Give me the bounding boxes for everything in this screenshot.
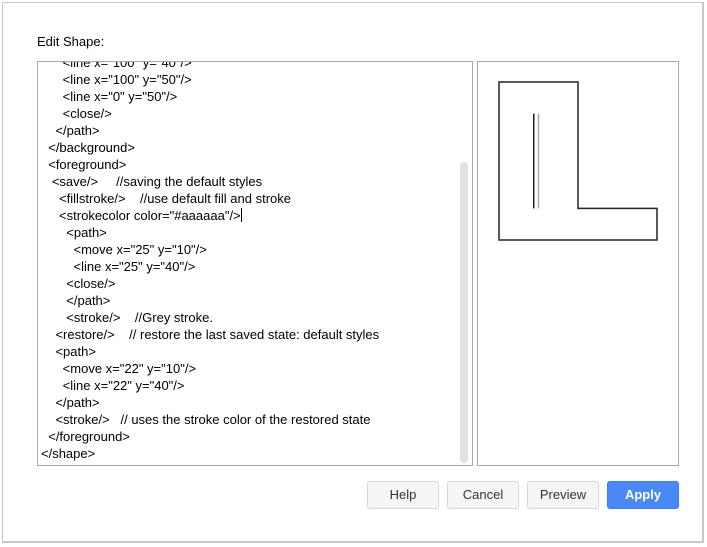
code-line: </shape> bbox=[41, 446, 96, 461]
code-line: <line x="100" y="40"/> bbox=[41, 61, 192, 70]
code-line: <fillstroke/> //use default fill and str… bbox=[41, 191, 292, 206]
code-line: <path> bbox=[41, 344, 96, 359]
code-line: <stroke/> //Grey stroke. bbox=[41, 310, 213, 325]
code-line: </path> bbox=[41, 293, 111, 308]
editor-scrollbar[interactable] bbox=[457, 62, 471, 465]
code-line: <close/> bbox=[41, 276, 116, 291]
apply-button[interactable]: Apply bbox=[607, 481, 679, 509]
code-line: <strokecolor color="#aaaaaa"/> bbox=[41, 208, 242, 223]
code-line: <line x="100" y="50"/> bbox=[41, 72, 192, 87]
code-line: <line x="0" y="50"/> bbox=[41, 89, 178, 104]
code-line: <save/> //saving the default styles bbox=[41, 174, 263, 189]
preview-canvas bbox=[498, 81, 658, 241]
editor-scrollbar-thumb[interactable] bbox=[460, 162, 468, 463]
preview-button[interactable]: Preview bbox=[527, 481, 599, 509]
code-line: <close/> bbox=[41, 106, 112, 121]
code-line: </path> bbox=[41, 123, 100, 138]
code-line: </foreground> bbox=[41, 429, 130, 444]
code-content[interactable]: <line x="100" y="40"/> <line x="100" y="… bbox=[41, 61, 380, 462]
code-line: </background> bbox=[41, 140, 135, 155]
code-line: <restore/> // restore the last saved sta… bbox=[41, 327, 380, 342]
help-button[interactable]: Help bbox=[367, 481, 439, 509]
code-line: </path> bbox=[41, 395, 100, 410]
code-line: <move x="25" y="10"/> bbox=[41, 242, 207, 257]
code-line: <move x="22" y="10"/> bbox=[41, 361, 197, 376]
preview-shape-outline bbox=[498, 81, 658, 241]
shape-preview bbox=[477, 61, 679, 466]
code-line: <line x="25" y="40"/> bbox=[41, 259, 196, 274]
code-line: <line x="22" y="40"/> bbox=[41, 378, 185, 393]
code-line: <stroke/> // uses the stroke color of th… bbox=[41, 412, 371, 427]
code-line: <foreground> bbox=[41, 157, 127, 172]
cancel-button[interactable]: Cancel bbox=[447, 481, 519, 509]
shape-xml-editor[interactable]: <line x="100" y="40"/> <line x="100" y="… bbox=[37, 61, 473, 466]
text-caret bbox=[240, 208, 242, 222]
code-line: <path> bbox=[41, 225, 107, 240]
dialog-title: Edit Shape: bbox=[37, 34, 105, 49]
